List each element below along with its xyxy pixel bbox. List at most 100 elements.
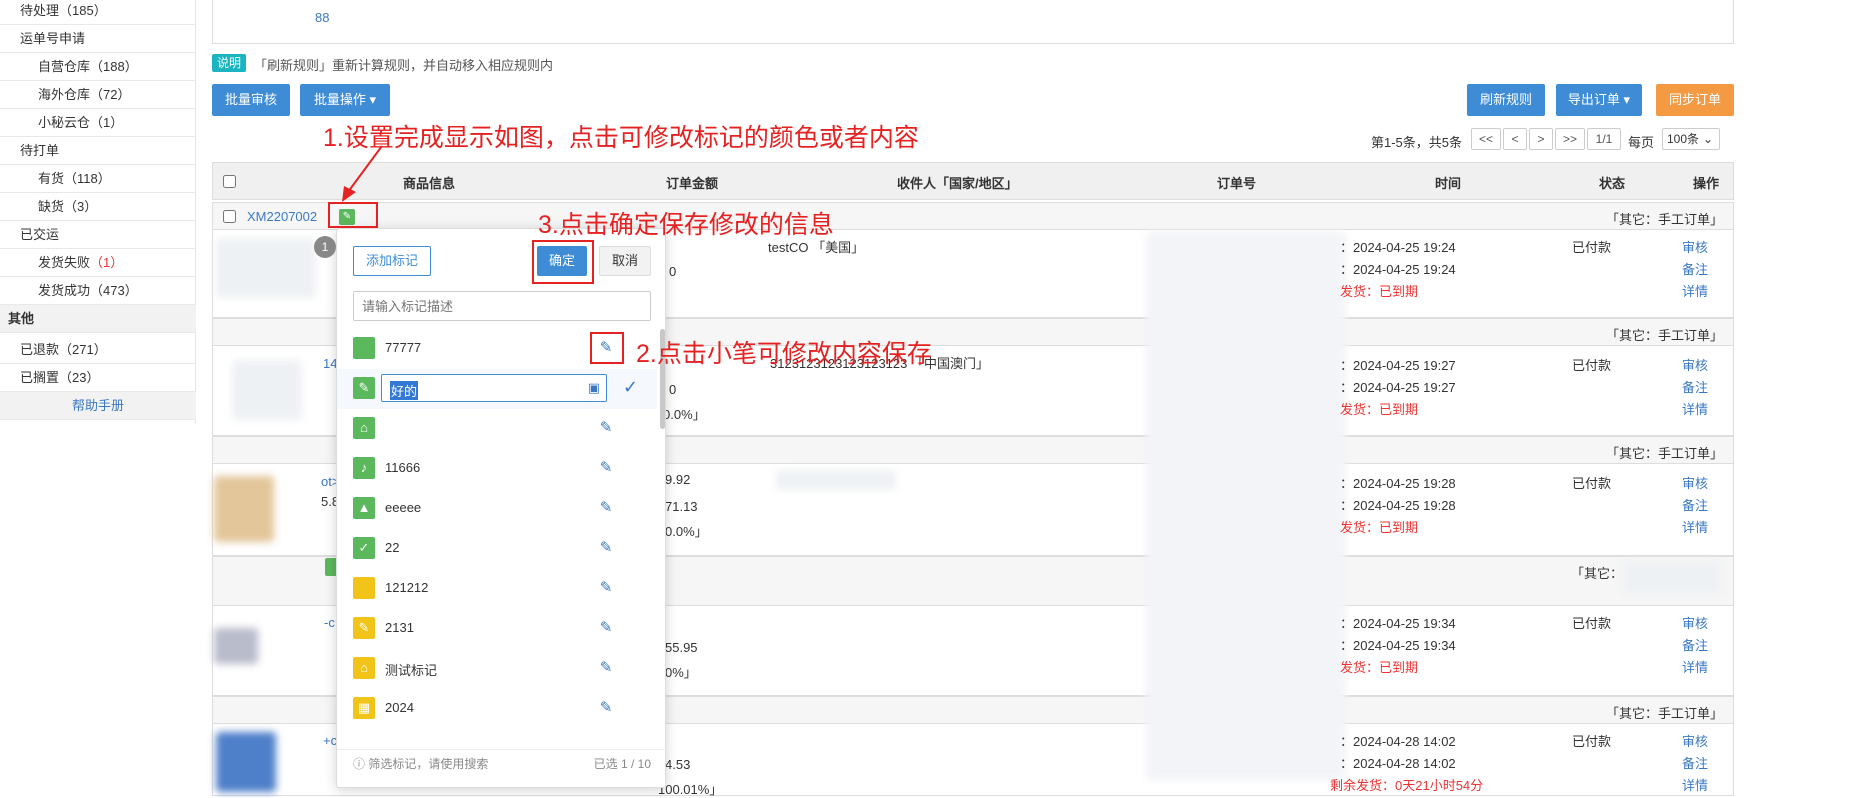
note-link[interactable]: 备注 — [1682, 259, 1708, 278]
review-link[interactable]: 审核 — [1682, 731, 1708, 750]
review-link[interactable]: 审核 — [1682, 355, 1708, 374]
tag-color-swatch: ⌂ — [353, 417, 375, 439]
sidebar-item-count: （118） — [64, 171, 111, 186]
page-first-button[interactable]: << — [1471, 128, 1501, 150]
add-tag-button[interactable]: 添加标记 — [353, 246, 431, 276]
sidebar-item-ship-failed[interactable]: 发货失败（1） — [0, 249, 196, 277]
detail-link[interactable]: 详情 — [1682, 657, 1708, 676]
pay-time: ：2024-04-28 14:02 — [1340, 731, 1456, 750]
sidebar-item-ship-success[interactable]: 发货成功（473） — [0, 277, 196, 305]
time-prefix: 发货： — [1340, 660, 1380, 675]
pencil-edit-icon[interactable]: ✎ — [597, 539, 615, 557]
ship-deadline: 发货：已到期 — [1340, 399, 1418, 418]
sidebar-item-shipped[interactable]: 已交运 — [0, 221, 196, 249]
tag-label: 2131 — [385, 620, 414, 635]
order-source-tag: 「其它：手工订单」 — [1605, 446, 1723, 461]
amount-value: 0 — [669, 264, 677, 279]
note-link[interactable]: 备注 — [1682, 495, 1708, 514]
check-icon[interactable]: ✓ — [623, 377, 638, 398]
refresh-rules-button[interactable]: 刷新规则 — [1467, 84, 1545, 116]
pencil-edit-icon[interactable]: ✎ — [597, 619, 615, 637]
tag-item[interactable]: ⌂ ✎ — [337, 409, 657, 449]
tag-color-swatch[interactable]: ✎ — [353, 377, 375, 399]
sidebar-item-pending[interactable]: 待处理（185） — [0, 0, 196, 25]
tag-color-swatch — [353, 337, 375, 359]
detail-link[interactable]: 详情 — [1682, 399, 1708, 418]
sidebar-item-overseas-warehouse[interactable]: 海外仓库（72） — [0, 81, 196, 109]
tag-item[interactable]: ✓ 22 ✎ — [337, 529, 657, 569]
detail-link[interactable]: 详情 — [1682, 517, 1708, 536]
note-icon: ✎ — [358, 380, 370, 395]
tag-item[interactable]: ⌂ 测试标记 ✎ — [337, 649, 657, 689]
order-id-link[interactable]: XM2207002 — [247, 209, 317, 224]
pencil-edit-icon[interactable]: ✎ — [597, 499, 615, 517]
sidebar-item-out-of-stock[interactable]: 缺货（3） — [0, 193, 196, 221]
review-link[interactable]: 审核 — [1682, 473, 1708, 492]
select-all-checkbox[interactable] — [223, 175, 236, 188]
tag-edit-input[interactable]: 好的 ▣ — [381, 374, 607, 402]
page-next-button[interactable]: > — [1529, 128, 1553, 150]
batch-review-button[interactable]: 批量审核 — [212, 84, 290, 116]
detail-link[interactable]: 详情 — [1682, 281, 1708, 300]
pencil-edit-icon[interactable]: ✎ — [597, 419, 615, 437]
export-orders-button[interactable]: 导出订单 ▾ — [1556, 84, 1642, 116]
time-prefix: 发货： — [1340, 520, 1380, 535]
sidebar-item-cloud-warehouse[interactable]: 小秘云仓（1） — [0, 109, 196, 137]
tag-item-editing[interactable]: ✎ 好的 ▣ ✓ — [337, 369, 657, 409]
tag-color-swatch: ✓ — [353, 537, 375, 559]
batch-ops-button[interactable]: 批量操作 ▾ — [300, 84, 390, 116]
tag-color-swatch: ⌂ — [353, 657, 375, 679]
sidebar-item-own-warehouse[interactable]: 自营仓库（188） — [0, 53, 196, 81]
tag-item[interactable]: ▦ 2024 ✎ — [337, 689, 657, 729]
sync-orders-button[interactable]: 同步订单 — [1656, 84, 1734, 116]
chevron-down-icon: ▾ — [365, 92, 377, 107]
sidebar-item-count: （72） — [90, 87, 131, 102]
time-value: 2024-04-25 19:27 — [1353, 358, 1456, 373]
sidebar-help-link[interactable]: 帮助手册 — [0, 392, 196, 420]
product-link[interactable]: -c — [324, 615, 335, 630]
selected-count: 已选 1 / 10 — [593, 757, 651, 771]
time-prefix: 发货： — [1340, 284, 1380, 299]
top-number: 88 — [315, 10, 330, 25]
time-value: 已到期 — [1379, 660, 1419, 675]
tag-item[interactable]: ▲ eeeee ✎ — [337, 489, 657, 529]
sidebar-item-label: 帮助手册 — [71, 398, 124, 413]
sidebar-item-label: 运单号申请 — [20, 31, 86, 46]
tag-item[interactable]: ✎ 2131 ✎ — [337, 609, 657, 649]
sidebar-item-on-hold[interactable]: 已搁置（23） — [0, 364, 196, 392]
sidebar-group-other: 其他 — [0, 305, 196, 333]
time-value: 2024-04-25 19:24 — [1353, 262, 1456, 277]
review-link[interactable]: 审核 — [1682, 613, 1708, 632]
note-link[interactable]: 备注 — [1682, 753, 1708, 772]
amount-value: 4.53 — [665, 757, 691, 772]
page-prev-button[interactable]: < — [1503, 128, 1527, 150]
sidebar-item-waybill[interactable]: 运单号申请 — [0, 25, 196, 53]
pencil-edit-icon[interactable]: ✎ — [597, 579, 615, 597]
order-source-tag: 「其它： — [1570, 566, 1623, 581]
tag-search-input[interactable] — [353, 291, 651, 321]
note-link[interactable]: 备注 — [1682, 635, 1708, 654]
order-checkbox[interactable] — [223, 210, 236, 223]
paid-time: ：2024-04-25 19:27 — [1340, 377, 1456, 396]
pencil-edit-icon[interactable]: ✎ — [597, 699, 615, 717]
save-icon[interactable]: ▣ — [588, 380, 600, 396]
note-link[interactable]: 备注 — [1682, 377, 1708, 396]
time-value: 2024-04-25 19:28 — [1353, 498, 1456, 513]
cancel-button[interactable]: 取消 — [599, 246, 651, 276]
review-link[interactable]: 审核 — [1682, 237, 1708, 256]
sidebar-item-to-print[interactable]: 待打单 — [0, 137, 196, 165]
tag-item[interactable]: 121212 ✎ — [337, 569, 657, 609]
order-source-tag: 「其它：手工订单」 — [1605, 212, 1723, 227]
pencil-edit-icon[interactable]: ✎ — [597, 659, 615, 677]
sidebar-item-label: 小秘云仓 — [38, 115, 91, 130]
sidebar-item-count: （1） — [90, 115, 124, 130]
tag-color-swatch: ▦ — [353, 697, 375, 719]
pencil-edit-icon[interactable]: ✎ — [597, 459, 615, 477]
sidebar-item-in-stock[interactable]: 有货（118） — [0, 165, 196, 193]
detail-link[interactable]: 详情 — [1682, 775, 1708, 794]
tag-item[interactable]: ♪ 11666 ✎ — [337, 449, 657, 489]
sidebar-item-refunded[interactable]: 已退款（271） — [0, 336, 196, 364]
product-link[interactable]: +c — [323, 733, 337, 748]
per-page-select[interactable]: 100条 ⌄ — [1662, 128, 1720, 150]
page-last-button[interactable]: >> — [1555, 128, 1585, 150]
